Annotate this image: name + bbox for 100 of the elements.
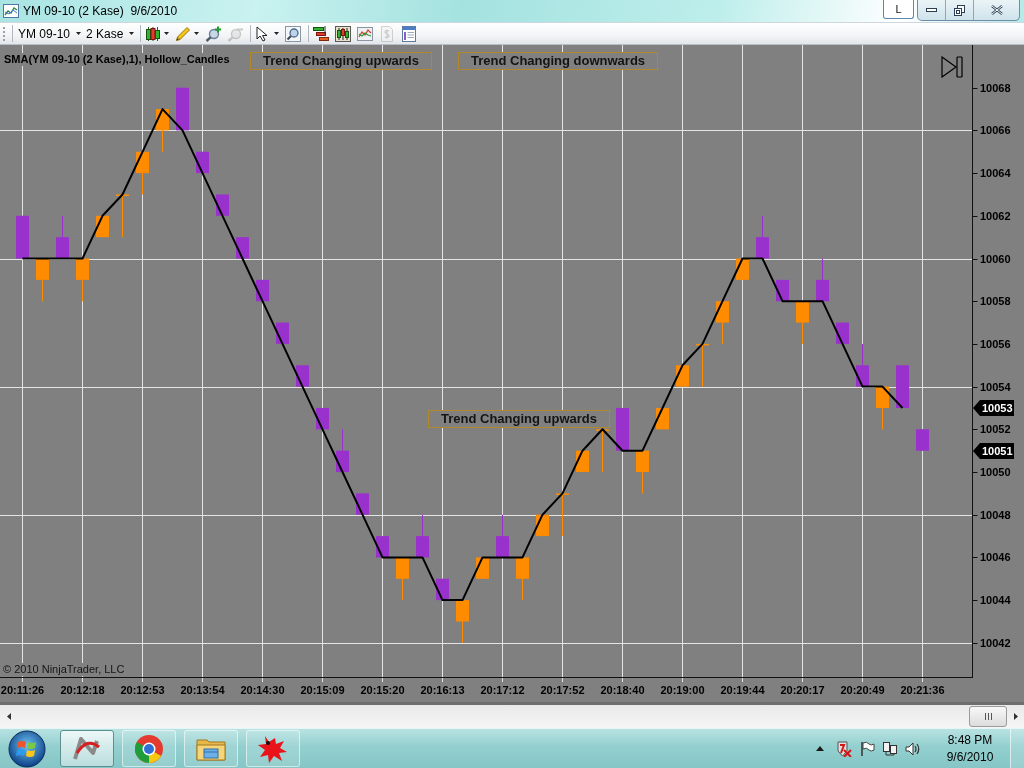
x-axis-label: 20:17:52 [540, 684, 585, 696]
zoom-in-icon [205, 25, 222, 42]
close-icon [990, 5, 1003, 15]
y-axis-label: 10046 [980, 551, 1011, 564]
candle [456, 599, 469, 644]
clock-time[interactable]: 8:48 PM [947, 731, 993, 749]
x-axis-label: 20:12:18 [60, 684, 105, 696]
candle [616, 407, 629, 452]
x-axis-label: 20:17:12 [480, 684, 525, 696]
x-axis-label: 20:19:00 [660, 684, 705, 696]
indicator-label: SMA(YM 09-10 (2 Kase),1), Hollow_Candles [4, 53, 230, 66]
magnifier-icon [285, 25, 302, 42]
candle [56, 215, 69, 259]
toolbar-button[interactable] [333, 23, 354, 44]
candle [776, 279, 789, 302]
trend-annotation: Trend Changing upwards [428, 410, 610, 428]
skip-end-icon [941, 56, 963, 78]
x-axis-label: 20:12:53 [120, 684, 165, 696]
candle [916, 428, 929, 452]
candle [396, 556, 409, 601]
candle [416, 514, 429, 558]
x-axis-label: 20:19:44 [720, 684, 765, 696]
grip-icon [984, 713, 992, 720]
up-arrow-icon [816, 746, 824, 751]
caret-icon [76, 32, 82, 35]
taskbar-app-button[interactable] [60, 730, 114, 767]
shield-x-icon[interactable] [836, 740, 852, 757]
candle [856, 343, 869, 388]
y-axis-label: 10064 [980, 167, 1011, 180]
candle [896, 364, 909, 409]
pencil-icon [175, 25, 192, 42]
caret-icon [194, 32, 200, 35]
left-arrow-icon [6, 713, 11, 720]
y-axis-label: 10058 [980, 295, 1011, 308]
y-axis-label: 10044 [980, 594, 1011, 607]
y-axis-label: 10042 [980, 636, 1011, 649]
x-axis-label: 20:11:26 [0, 684, 45, 696]
candle [156, 108, 169, 153]
candle [356, 492, 369, 516]
y-axis-label: 10052 [980, 423, 1011, 436]
x-axis-label: 20:20:17 [780, 684, 825, 696]
candle [516, 556, 529, 601]
layout-button[interactable]: L [883, 0, 914, 19]
restore-icon [954, 4, 965, 16]
trend-annotation: Trend Changing downwards [458, 52, 659, 70]
y-axis-label: 10056 [980, 337, 1011, 350]
x-axis-label: 20:15:20 [360, 684, 405, 696]
copyright-text: © 2010 NinjaTrader, LLC [3, 663, 125, 676]
x-axis-label: 20:14:30 [240, 684, 285, 696]
caret-icon [274, 32, 280, 35]
bar-chart-icon [313, 25, 330, 42]
candle [836, 322, 849, 345]
y-axis-label: 10054 [980, 380, 1011, 393]
candle [756, 215, 769, 259]
clock-date[interactable]: 9/6/2010 [946, 748, 994, 766]
candle [76, 258, 89, 302]
minimize-icon [926, 8, 937, 12]
chart-icon [3, 3, 19, 19]
x-axis-label: 20:18:40 [600, 684, 645, 696]
x-axis-label: 20:20:49 [840, 684, 885, 696]
grip-icon [3, 25, 6, 42]
price-marker: 10051 [973, 443, 1014, 459]
candle [716, 300, 729, 345]
price-marker: 10053 [973, 400, 1014, 416]
candle [176, 87, 189, 131]
candle [336, 428, 349, 473]
candle [276, 322, 289, 345]
panel-icon [401, 25, 418, 42]
y-axis-label: 10066 [980, 124, 1011, 137]
trend-annotation: Trend Changing upwards [250, 52, 432, 70]
scroll-end-button[interactable] [941, 56, 963, 78]
caret-icon [164, 32, 170, 35]
x-axis-label: 20:21:36 [900, 684, 945, 696]
candle [136, 151, 149, 195]
x-axis-label: 20:13:54 [180, 684, 225, 696]
candle [16, 215, 29, 259]
x-axis-label: 20:15:09 [300, 684, 345, 696]
flag-icon[interactable] [859, 740, 875, 757]
toolbar-dropdown[interactable]: 2 Kase [84, 23, 138, 44]
window-title: YM 09-10 (2 Kase) 9/6/2010 [23, 4, 178, 19]
y-axis-label: 10060 [980, 252, 1011, 265]
speaker-icon[interactable] [905, 740, 921, 757]
right-arrow-icon [1013, 713, 1018, 720]
candle [496, 514, 509, 558]
network-icon[interactable] [882, 740, 898, 757]
candle [116, 193, 129, 238]
line-chart-icon [357, 25, 374, 42]
candle [696, 343, 709, 388]
toolbar-button[interactable] [311, 23, 332, 44]
ring-icon [133, 732, 165, 765]
dollar-icon [379, 25, 396, 42]
y-axis-label: 10048 [980, 508, 1011, 521]
toolbar-dropdown[interactable]: YM 09-10 [16, 23, 85, 44]
caret-icon [129, 32, 135, 35]
x-axis-label: 20:16:13 [420, 684, 465, 696]
scrollbar-thumb[interactable] [969, 706, 1007, 727]
candlestick-icon [145, 25, 162, 42]
candle [216, 193, 229, 217]
candle [636, 450, 649, 494]
start-orb-icon [8, 729, 46, 768]
